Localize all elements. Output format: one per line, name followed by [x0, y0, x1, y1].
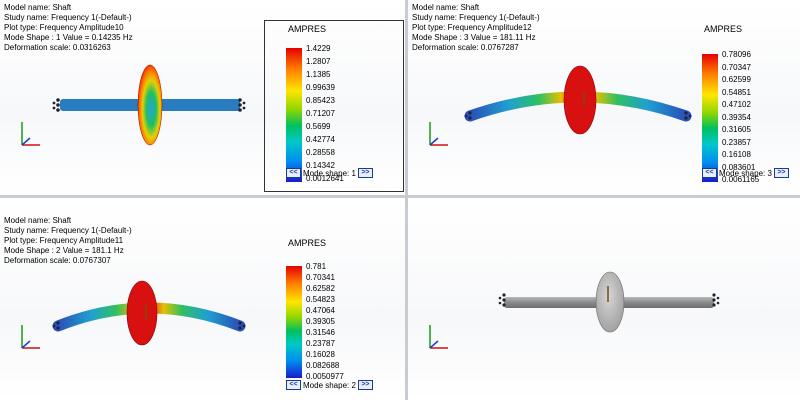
mode-shape-label: Mode shape: 2 — [303, 380, 356, 390]
prev-mode-button[interactable]: << — [286, 380, 301, 390]
legend-tick: 0.99639 — [306, 83, 335, 92]
rotor-disc — [595, 271, 625, 333]
legend-color-bar — [286, 48, 302, 182]
viewport-divider-vertical[interactable] — [405, 0, 408, 400]
prev-mode-button[interactable]: << — [286, 168, 301, 178]
fixture-right-icon — [712, 293, 720, 307]
legend-tick: 0.71207 — [306, 109, 335, 118]
legend-tick: 0.082688 — [306, 361, 340, 370]
legend-tick: 0.70341 — [306, 273, 335, 282]
legend-tick: 0.16108 — [722, 150, 751, 159]
next-mode-button[interactable]: >> — [357, 380, 373, 390]
legend-tick: 0.39354 — [722, 112, 751, 122]
viewport-model[interactable] — [408, 198, 800, 400]
triad-icon — [21, 122, 40, 146]
viewport-mode-1[interactable]: Model name: Shaft Study name: Frequency … — [0, 0, 405, 195]
viewport-mode-3[interactable]: Model name: Shaft Study name: Frequency … — [408, 0, 800, 195]
legend-tick: 0.781 — [306, 262, 327, 271]
legend-tick: 0.78096 — [722, 50, 751, 59]
legend-tick: 0.28558 — [306, 148, 335, 157]
legend-tick: 0.23857 — [722, 137, 751, 147]
fixture-right-icon — [238, 98, 246, 112]
mode-shape-nav: << Mode shape: 1 >> — [286, 168, 373, 178]
triad-icon — [429, 122, 448, 146]
viewport-mode-2[interactable]: Model name: Shaft Study name: Frequency … — [0, 198, 405, 400]
legend-color-bar — [286, 266, 302, 378]
legend-title: AMPRES — [704, 24, 743, 34]
legend-tick: 1.2807 — [306, 57, 331, 66]
triad-icon — [21, 325, 40, 349]
legend-tick: 0.54823 — [306, 295, 335, 304]
legend-tick: 0.23787 — [306, 339, 335, 348]
mode-shape-nav: << Mode shape: 3 >> — [702, 168, 789, 178]
legend-tick: 0.47102 — [722, 100, 751, 109]
legend-tick: 0.85423 — [306, 96, 335, 105]
legend-tick: 0.62599 — [722, 75, 751, 84]
legend-tick: 0.39305 — [306, 317, 335, 326]
legend-tick: 0.70347 — [722, 62, 751, 72]
legend-tick: 0.16028 — [306, 350, 335, 359]
legend-tick: 0.31546 — [306, 328, 335, 337]
legend-tick: 0.5699 — [306, 122, 331, 131]
legend-title: AMPRES — [288, 238, 327, 248]
mode-shape-label: Mode shape: 1 — [303, 168, 356, 178]
legend-tick: 0.62582 — [306, 284, 335, 293]
viewport-divider-horizontal[interactable] — [0, 195, 800, 198]
mode-shape-nav: << Mode shape: 2 >> — [286, 380, 373, 390]
rotor-disc — [563, 65, 597, 135]
legend-tick: 1.1385 — [306, 70, 331, 79]
prev-mode-button[interactable]: << — [702, 168, 717, 178]
legend-title: AMPRES — [288, 24, 327, 34]
legend-tick: 0.42774 — [306, 135, 335, 144]
legend-color-bar — [702, 54, 718, 182]
model-view[interactable] — [0, 198, 405, 400]
triad-icon — [429, 325, 448, 349]
rotor-disc — [137, 64, 163, 146]
rotor-disc — [126, 280, 158, 346]
model-view[interactable] — [408, 198, 800, 400]
fixture-left-icon — [52, 98, 60, 112]
legend-tick: 0.54851 — [722, 87, 751, 97]
fixture-left-icon — [498, 293, 506, 307]
next-mode-button[interactable]: >> — [357, 168, 373, 178]
mode-shape-label: Mode shape: 3 — [719, 168, 772, 178]
legend-tick: 1.4229 — [306, 44, 331, 53]
legend-tick: 0.47064 — [306, 306, 335, 315]
next-mode-button[interactable]: >> — [773, 168, 789, 178]
legend-tick: 0.31605 — [722, 125, 751, 134]
